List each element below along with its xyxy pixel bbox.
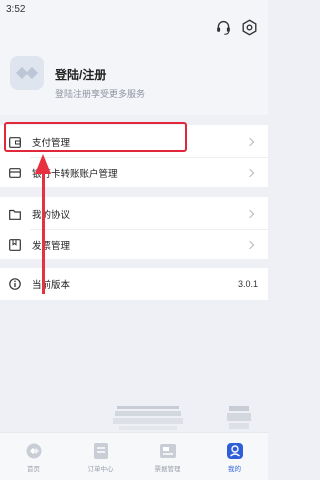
watermark-image	[227, 406, 251, 429]
menu-item-label: 当前版本	[32, 280, 71, 291]
settings-icon[interactable]	[240, 18, 258, 36]
menu-item-label: 我的协议	[32, 210, 71, 221]
tab-label: 订单中心	[87, 465, 114, 473]
headset-icon[interactable]	[214, 18, 232, 36]
menu-item-agreement[interactable]: 我的协议	[0, 199, 268, 229]
bills-icon	[159, 442, 177, 460]
avatar	[10, 56, 44, 90]
chevron-right-icon	[245, 137, 255, 147]
folder-icon	[9, 208, 21, 220]
top-actions	[214, 18, 258, 36]
chevron-right-icon	[245, 240, 255, 250]
tab-bills[interactable]: 票据管理	[134, 433, 201, 480]
chevron-right-icon	[245, 209, 255, 219]
login-title[interactable]: 登陆/注册	[55, 66, 106, 83]
arrow-shaft	[42, 172, 45, 294]
chevron-right-icon	[245, 168, 255, 178]
tab-profile[interactable]: 我的	[201, 433, 268, 480]
tab-label: 我的	[228, 465, 241, 473]
watermark-image	[113, 406, 183, 430]
tab-label: 首页	[27, 465, 40, 473]
card-icon	[9, 167, 21, 179]
brand-logo-icon	[16, 67, 38, 79]
info-icon	[9, 278, 21, 290]
menu-item-version[interactable]: 当前版本 3.0.1	[0, 269, 268, 299]
home-icon	[25, 442, 43, 460]
arrow-head	[35, 154, 51, 174]
menu-item-invoice[interactable]: 发票管理	[0, 230, 268, 260]
profile-icon	[226, 442, 244, 460]
login-subtitle: 登陆注册享受更多服务	[55, 89, 146, 99]
bookmark-icon	[9, 239, 21, 251]
tab-orders[interactable]: 订单中心	[67, 433, 134, 480]
tab-home[interactable]: 首页	[0, 433, 67, 480]
bottom-tab-bar: 首页 订单中心 票据管理 我的	[0, 432, 268, 480]
version-number: 3.0.1	[237, 279, 258, 289]
login-card[interactable]: 登陆/注册 登陆注册享受更多服务	[0, 40, 268, 115]
menu-group-about: 当前版本 3.0.1	[0, 268, 268, 300]
orders-icon	[92, 442, 110, 460]
status-time: 3:52	[6, 4, 26, 15]
status-bar: 3:52	[0, 0, 268, 40]
tab-label: 票据管理	[154, 465, 181, 473]
highlight-box	[4, 122, 187, 152]
menu-item-label: 发票管理	[32, 241, 71, 252]
menu-group-documents: 我的协议 发票管理	[0, 197, 268, 259]
